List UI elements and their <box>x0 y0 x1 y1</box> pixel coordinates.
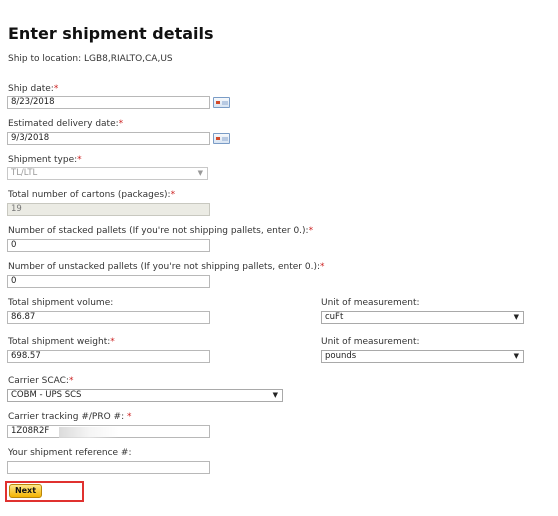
next-button[interactable]: Next <box>9 484 42 498</box>
ship-to-location: Ship to location: LGB8,RIALTO,CA,US <box>8 54 173 64</box>
ship-date-label: Ship date:* <box>8 84 59 94</box>
cartons-label: Total number of cartons (packages):* <box>8 190 176 200</box>
tracking-label: Carrier tracking #/PRO #: * <box>8 412 132 422</box>
delivery-date-input[interactable]: 9/3/2018 <box>7 132 210 145</box>
carrier-scac-select[interactable]: COBM - UPS SCS ▼ <box>7 389 283 402</box>
chevron-down-icon: ▼ <box>513 313 519 321</box>
required-marker: * <box>320 262 325 272</box>
weight-input[interactable]: 698.57 <box>7 350 210 363</box>
weight-label: Total shipment weight:* <box>8 337 115 347</box>
reference-label: Your shipment reference #: <box>8 448 132 458</box>
chevron-down-icon: ▼ <box>272 391 278 399</box>
stacked-pallets-label: Number of stacked pallets (If you're not… <box>8 226 314 236</box>
calendar-icon[interactable] <box>213 97 230 108</box>
volume-unit-select[interactable]: cuFt ▼ <box>321 311 524 324</box>
shipment-details-page: Enter shipment details Ship to location:… <box>0 0 558 516</box>
delivery-date-label: Estimated delivery date:* <box>8 119 124 129</box>
required-marker: * <box>118 119 124 129</box>
ship-date-input[interactable]: 8/23/2018 <box>7 96 210 109</box>
weight-unit-label: Unit of measurement: <box>321 337 420 347</box>
carrier-scac-label: Carrier SCAC:* <box>8 376 74 386</box>
cartons-input: 19 <box>7 203 210 216</box>
required-marker: * <box>170 190 176 200</box>
required-marker: * <box>308 226 314 236</box>
chevron-down-icon: ▼ <box>197 169 203 177</box>
unstacked-pallets-input[interactable]: 0 <box>7 275 210 288</box>
required-marker: * <box>110 337 115 347</box>
required-marker: * <box>77 155 82 165</box>
required-marker: * <box>68 376 74 386</box>
shipment-type-select[interactable]: TL/LTL ▼ <box>7 167 208 180</box>
volume-input[interactable]: 86.87 <box>7 311 210 324</box>
required-marker: * <box>126 412 132 422</box>
reference-input[interactable] <box>7 461 210 474</box>
shipment-type-label: Shipment type:* <box>8 155 82 165</box>
page-title: Enter shipment details <box>8 24 214 43</box>
unstacked-pallets-label: Number of unstacked pallets (If you're n… <box>8 262 325 272</box>
required-marker: * <box>53 84 59 94</box>
chevron-down-icon: ▼ <box>513 352 519 360</box>
stacked-pallets-input[interactable]: 0 <box>7 239 210 252</box>
calendar-icon[interactable] <box>213 133 230 144</box>
redaction-blur <box>59 427 119 438</box>
volume-label: Total shipment volume: <box>8 298 114 308</box>
weight-unit-select[interactable]: pounds ▼ <box>321 350 524 363</box>
volume-unit-label: Unit of measurement: <box>321 298 420 308</box>
